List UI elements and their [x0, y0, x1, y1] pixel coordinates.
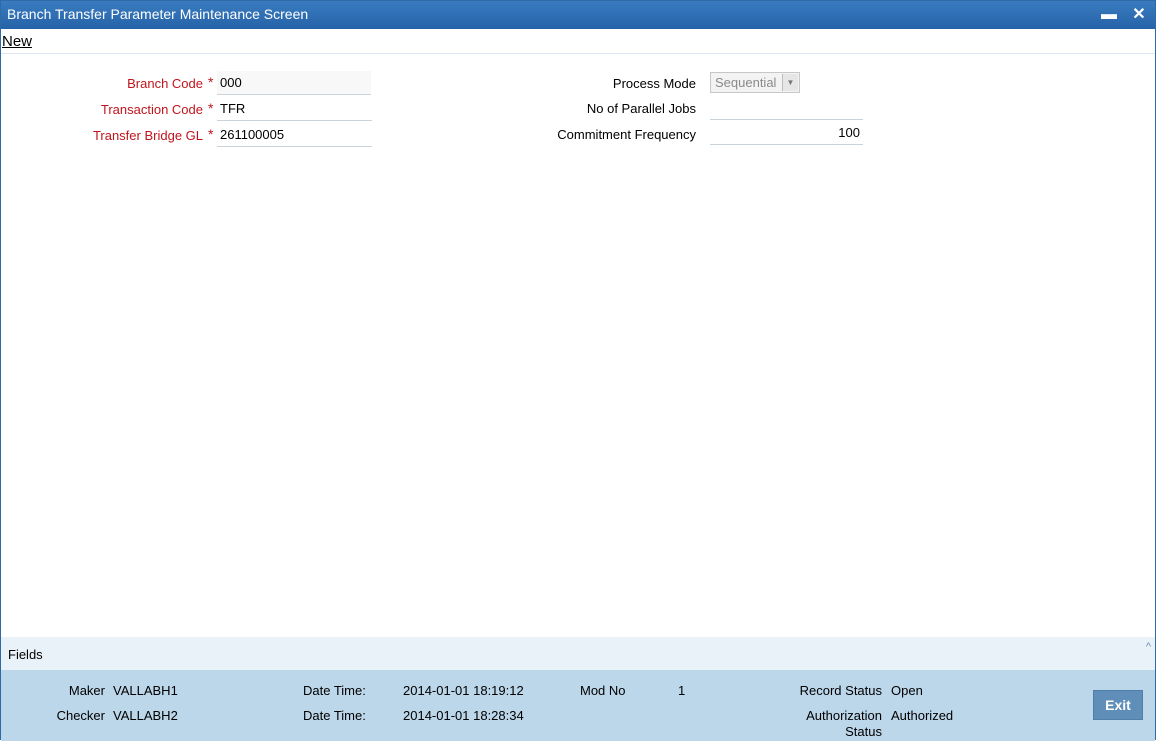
checker-value: VALLABH2 [113, 708, 178, 723]
audit-footer: Maker VALLABH1 Checker VALLABH2 Date Tim… [1, 670, 1155, 741]
minimize-icon[interactable]: ▬ [1099, 5, 1119, 25]
checker-label: Checker [56, 708, 105, 723]
mod-no-value: 1 [678, 683, 686, 698]
branch-code-field[interactable]: 000 [217, 71, 371, 95]
commitment-frequency-label: Commitment Frequency [557, 127, 696, 142]
transaction-code-label: Transaction Code [100, 102, 203, 117]
commitment-frequency-field[interactable]: 100 [710, 121, 863, 145]
required-marker: * [208, 74, 214, 90]
fields-bar: Fields ^ [1, 637, 1155, 670]
exit-button[interactable]: Exit [1093, 690, 1143, 720]
window-title: Branch Transfer Parameter Maintenance Sc… [7, 6, 309, 22]
new-link[interactable]: New [2, 33, 32, 50]
close-icon[interactable]: ✕ [1129, 5, 1149, 25]
required-marker: * [208, 100, 214, 116]
checker-date-time-label: Date Time: [303, 708, 366, 723]
menu-bar: New [1, 29, 1155, 54]
authorization-status-value: Authorized [891, 708, 954, 723]
mod-no-label: Mod No [580, 683, 626, 698]
process-mode-value: Sequential [715, 75, 777, 90]
record-status-label: Record Status [799, 683, 882, 698]
maker-date-time-value: 2014-01-01 18:19:12 [403, 683, 524, 698]
parallel-jobs-field[interactable] [710, 96, 863, 120]
process-mode-label: Process Mode [612, 76, 696, 91]
branch-code-label: Branch Code [127, 76, 203, 91]
maker-date-time-label: Date Time: [303, 683, 366, 698]
collapse-caret-icon[interactable]: ^ [1146, 641, 1151, 653]
transaction-code-field[interactable]: TFR [217, 97, 372, 121]
checker-date-time-value: 2014-01-01 18:28:34 [403, 708, 524, 723]
chevron-down-icon[interactable]: ▼ [782, 74, 798, 91]
title-bar: Branch Transfer Parameter Maintenance Sc… [1, 1, 1155, 29]
record-status-value: Open [891, 683, 923, 698]
required-marker: * [208, 126, 214, 142]
fields-label[interactable]: Fields [8, 647, 43, 662]
maker-value: VALLABH1 [113, 683, 178, 698]
authorization-status-label-line2: Status [845, 724, 882, 739]
main-window: Branch Transfer Parameter Maintenance Sc… [0, 0, 1156, 741]
maker-label: Maker [68, 683, 105, 698]
parallel-jobs-label: No of Parallel Jobs [586, 101, 696, 116]
transfer-bridge-gl-field[interactable]: 261100005 [217, 123, 372, 147]
transfer-bridge-gl-label: Transfer Bridge GL [92, 128, 203, 143]
authorization-status-label: Authorization [806, 708, 882, 723]
process-mode-select[interactable]: Sequential ▼ [710, 72, 800, 93]
